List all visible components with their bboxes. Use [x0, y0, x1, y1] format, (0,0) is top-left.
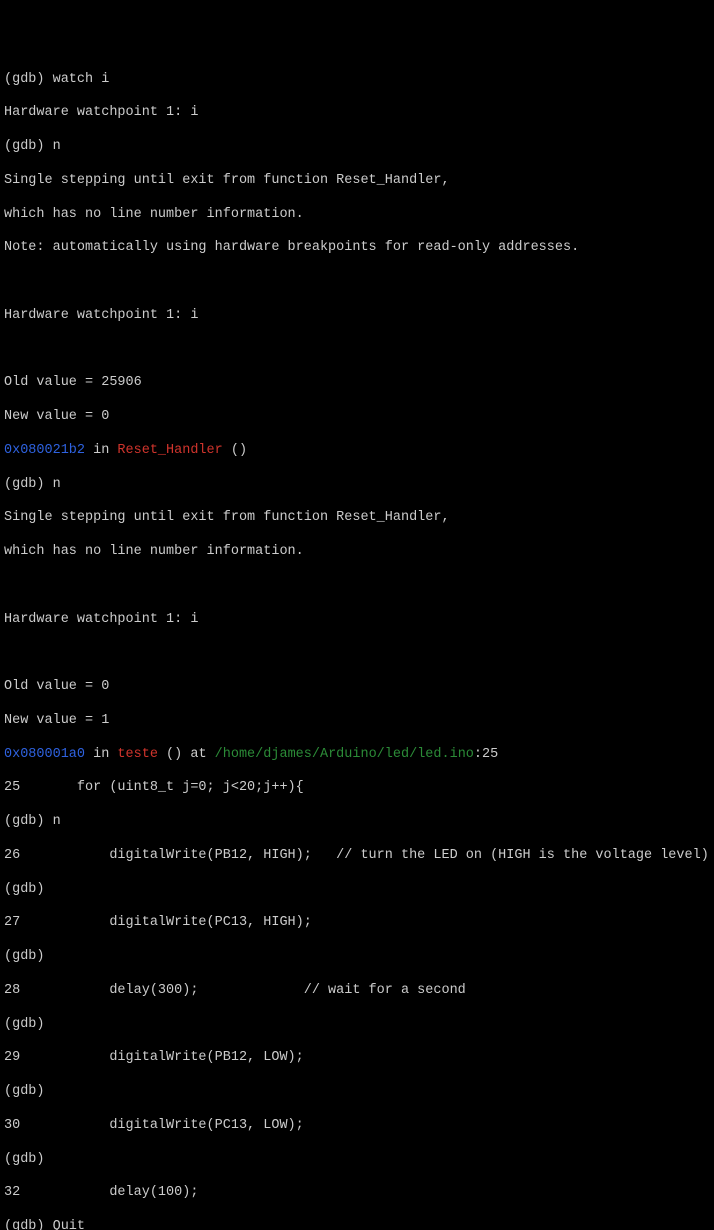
old-value: Old value = 0 [4, 679, 710, 696]
cmd-quit: Quit [53, 1219, 85, 1230]
in-text: in [85, 443, 117, 458]
source-line: 32 delay(100); [4, 1185, 710, 1202]
gdb-prompt: (gdb) [4, 1219, 53, 1230]
function-name: Reset_Handler [117, 443, 222, 458]
step-msg: Single stepping until exit from function… [4, 173, 710, 190]
note-msg: Note: automatically using hardware break… [4, 240, 710, 257]
source-line: 25 for (uint8_t j=0; j<20;j++){ [4, 780, 710, 797]
location-line: 0x080021b2 in Reset_Handler () [4, 443, 710, 460]
source-line: 29 digitalWrite(PB12, LOW); [4, 1050, 710, 1067]
cmd-next: n [53, 139, 61, 154]
address: 0x080021b2 [4, 443, 85, 458]
gdb-line: (gdb) watch i [4, 72, 710, 89]
source-line: 28 delay(300); // wait for a second [4, 983, 710, 1000]
gdb-prompt: (gdb) [4, 814, 53, 829]
file-path: /home/djames/Arduino/led/led.ino [215, 747, 474, 762]
address: 0x080001a0 [4, 747, 85, 762]
new-value: New value = 0 [4, 409, 710, 426]
step-msg: which has no line number information. [4, 544, 710, 561]
gdb-prompt: (gdb) [4, 1017, 710, 1034]
hw-watchpoint: Hardware watchpoint 1: i [4, 105, 710, 122]
location-line: 0x080001a0 in teste () at /home/djames/A… [4, 747, 710, 764]
blank-line [4, 645, 710, 662]
gdb-prompt: (gdb) [4, 1084, 710, 1101]
cmd-next: n [53, 477, 61, 492]
gdb-line: (gdb) n [4, 814, 710, 831]
hw-watchpoint: Hardware watchpoint 1: i [4, 308, 710, 325]
blank-line [4, 342, 710, 359]
line-number: :25 [474, 747, 498, 762]
gdb-line: (gdb) n [4, 139, 710, 156]
gdb-prompt: (gdb) [4, 477, 53, 492]
old-value: Old value = 25906 [4, 375, 710, 392]
cmd-next: n [53, 814, 61, 829]
function-name: teste [117, 747, 158, 762]
gdb-line: (gdb) Quit [4, 1219, 710, 1230]
blank-line [4, 578, 710, 595]
loc-tail: () [223, 443, 247, 458]
cmd-watch: watch i [53, 72, 110, 87]
gdb-prompt: (gdb) [4, 949, 710, 966]
gdb-line: (gdb) n [4, 477, 710, 494]
gdb-prompt: (gdb) [4, 1152, 710, 1169]
step-msg: which has no line number information. [4, 207, 710, 224]
gdb-prompt: (gdb) [4, 72, 53, 87]
source-line: 30 digitalWrite(PC13, LOW); [4, 1118, 710, 1135]
source-line: 27 digitalWrite(PC13, HIGH); [4, 915, 710, 932]
step-msg: Single stepping until exit from function… [4, 510, 710, 527]
at-text: () at [158, 747, 215, 762]
blank-line [4, 274, 710, 291]
source-line: 26 digitalWrite(PB12, HIGH); // turn the… [4, 848, 710, 865]
hw-watchpoint: Hardware watchpoint 1: i [4, 612, 710, 629]
in-text: in [85, 747, 117, 762]
gdb-prompt: (gdb) [4, 882, 710, 899]
gdb-prompt: (gdb) [4, 139, 53, 154]
new-value: New value = 1 [4, 713, 710, 730]
